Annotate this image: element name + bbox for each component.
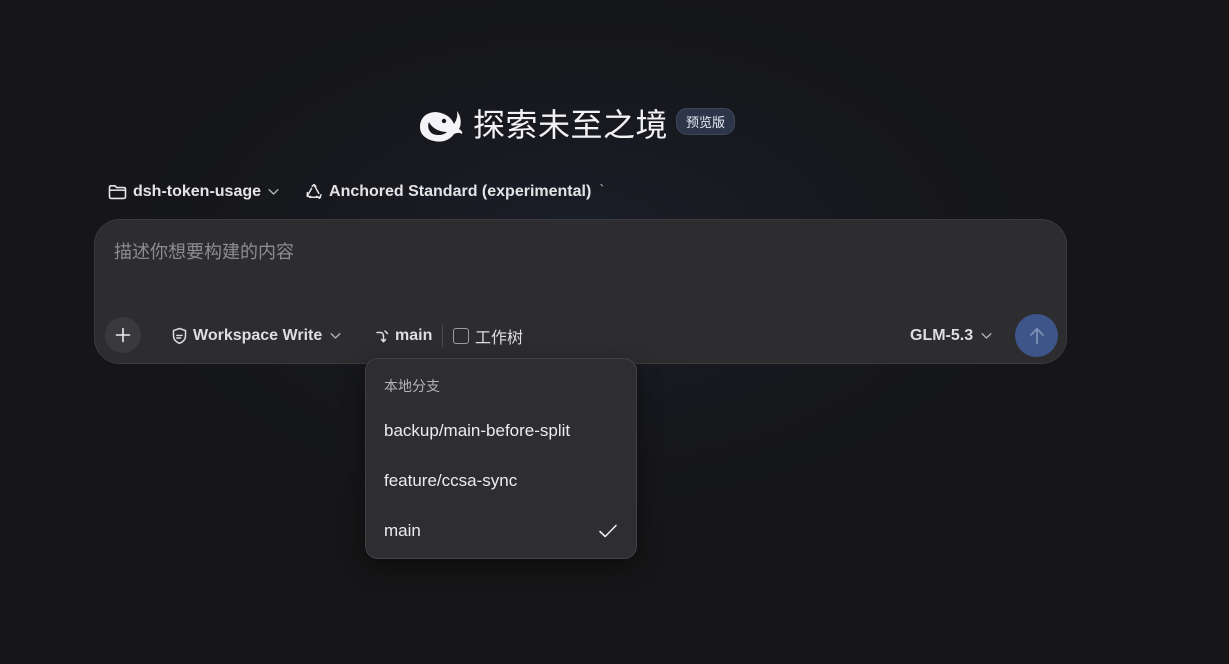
checkmark-icon: [599, 524, 617, 538]
folder-label: dsh-token-usage: [133, 183, 262, 200]
branch-label: main: [395, 327, 433, 344]
prompt-input[interactable]: [114, 238, 1044, 298]
checkbox-box[interactable]: [453, 328, 469, 344]
permission-selector[interactable]: Workspace Write: [171, 325, 341, 347]
branch-selector[interactable]: main: [375, 325, 432, 347]
mode-label: Anchored Standard (experimental): [329, 183, 592, 200]
model-selector[interactable]: GLM-5.3: [910, 325, 992, 347]
preview-badge: 预览版: [676, 107, 736, 135]
mode-selector[interactable]: Anchored Standard (experimental) `: [305, 183, 605, 201]
chevron-down-icon: [330, 333, 341, 339]
worktree-label: 工作树: [475, 328, 524, 347]
branch-option-label: feature/ccsa-sync: [384, 471, 518, 490]
plus-icon: [115, 327, 131, 343]
context-row: dsh-token-usage Anchored Standard (exper…: [108, 180, 605, 204]
recycle-icon: [306, 183, 322, 199]
add-attachment-button[interactable]: [105, 317, 141, 353]
branch-option-label: backup/main-before-split: [384, 421, 571, 440]
mode-trailing-mark: `: [599, 183, 605, 200]
folder-icon: [108, 185, 127, 200]
prompt-composer: Workspace Write main 工作树 GLM-5.3: [94, 219, 1067, 364]
model-label: GLM-5.3: [910, 327, 974, 344]
hero-header: 探索未至之境 预览版: [417, 103, 736, 147]
toolbar-divider: [442, 325, 443, 347]
branch-dropdown: 本地分支 backup/main-before-split feature/cc…: [365, 358, 637, 559]
hero-title: 探索未至之境: [473, 106, 669, 144]
shield-icon: [172, 327, 187, 345]
chevron-down-icon: [268, 189, 279, 195]
permission-label: Workspace Write: [193, 327, 323, 344]
branch-option[interactable]: feature/ccsa-sync: [366, 461, 636, 501]
branch-option[interactable]: backup/main-before-split: [366, 411, 636, 451]
git-branch-icon: [376, 329, 389, 342]
branch-option-selected[interactable]: main: [366, 511, 636, 551]
chevron-down-icon: [981, 333, 992, 339]
worktree-checkbox[interactable]: 工作树: [453, 325, 523, 347]
folder-selector[interactable]: dsh-token-usage: [108, 183, 279, 201]
dropdown-header: 本地分支: [384, 379, 440, 395]
whale-logo-icon: [420, 111, 463, 142]
arrow-up-icon: [1029, 327, 1044, 344]
branch-option-label: main: [384, 521, 421, 540]
send-button[interactable]: [1015, 314, 1058, 357]
